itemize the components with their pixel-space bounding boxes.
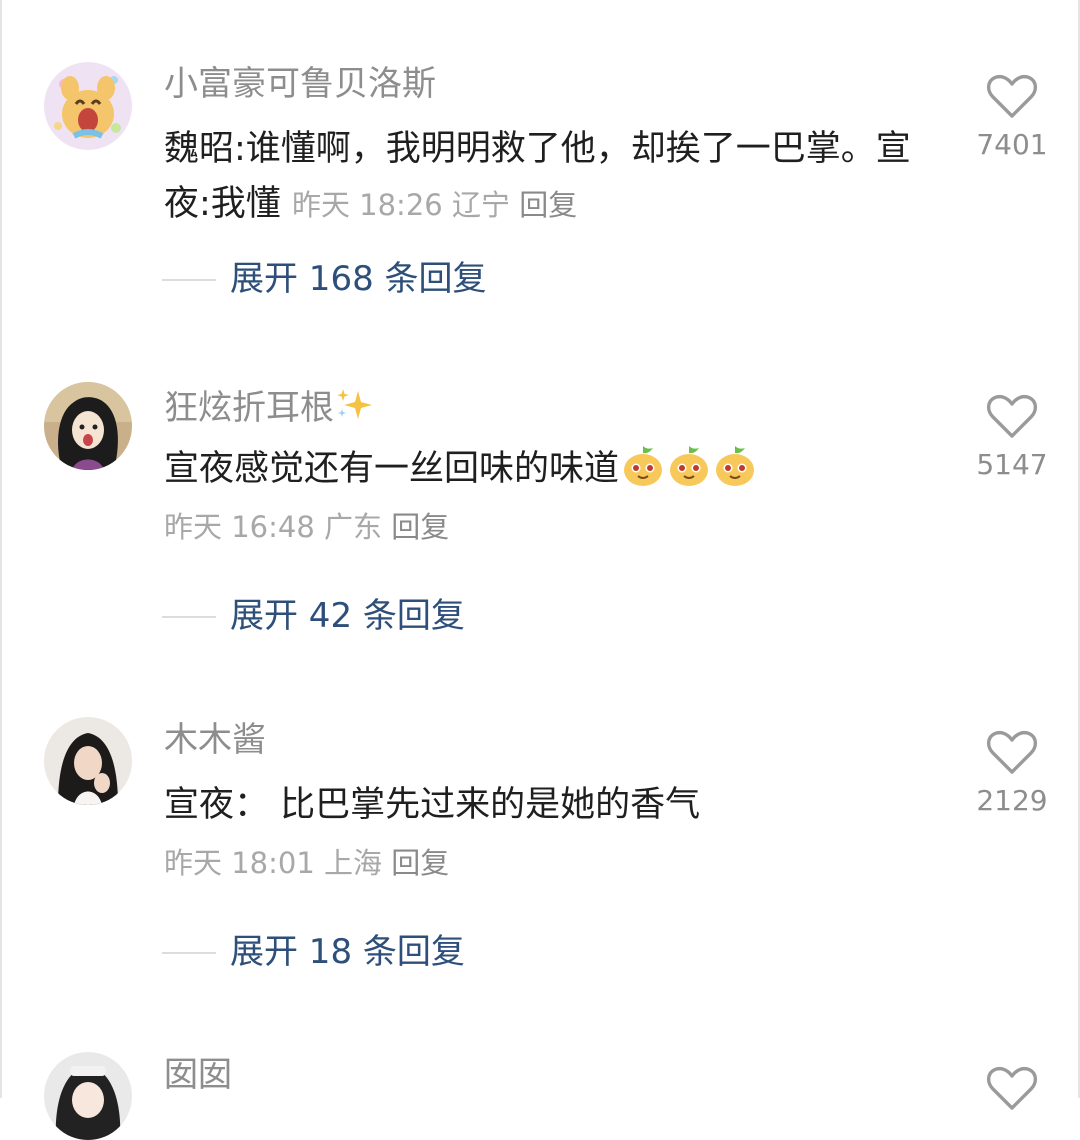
like-count: 2129 [976, 784, 1048, 817]
expand-replies-label: 展开 18 条回复 [230, 932, 465, 972]
reply-button[interactable]: 回复 [391, 510, 449, 544]
mango-smile-icon [624, 446, 663, 486]
comment-location: 辽宁 [451, 188, 510, 222]
comment-location: 上海 [324, 846, 383, 880]
like-count: 7401 [976, 128, 1048, 161]
comment-time: 昨天 16:48 [164, 510, 315, 544]
comment-location: 广东 [324, 510, 383, 544]
comment-body: 宣夜感觉还有一丝回味的味道 [164, 449, 620, 489]
reply-button[interactable]: 回复 [391, 846, 449, 880]
comment-list: 小富豪可鲁贝洛斯 魏昭:谁懂啊，我明明救了他，却挨了一巴掌。宣夜:我懂 昨天 1… [0, 0, 1080, 1140]
mango-smile-icon [670, 446, 709, 486]
cartoon-bear-icon [44, 62, 132, 150]
comment-text: 宣夜感觉还有一丝回味的味道 [164, 442, 924, 497]
divider [162, 616, 216, 618]
comment-text: 宣夜： 比巴掌先过来的是她的香气 [164, 778, 924, 833]
username[interactable]: 囡囡 [164, 1058, 232, 1092]
username[interactable]: 木木酱 [164, 723, 266, 757]
like-button[interactable]: 7401 [972, 74, 1052, 161]
anime-girl-icon [44, 382, 132, 470]
comment-body: 宣夜： 比巴掌先过来的是她的香气 [164, 785, 701, 825]
comment-meta: 昨天 18:01 上海 回复 [164, 849, 449, 878]
comment-meta: 昨天 16:48 广东 回复 [164, 513, 449, 542]
heart-icon [986, 394, 1038, 438]
comment-text: 魏昭:谁懂啊，我明明救了他，却挨了一巴掌。宣夜:我懂 昨天 18:26 辽宁 回… [164, 122, 924, 233]
avatar[interactable] [44, 717, 132, 805]
like-button[interactable]: 2129 [972, 730, 1052, 817]
reply-button[interactable]: 回复 [519, 188, 577, 222]
avatar[interactable] [44, 382, 132, 470]
avatar[interactable] [44, 62, 132, 150]
expand-replies-label: 展开 42 条回复 [230, 596, 465, 636]
username-text: 狂炫折耳根 [164, 388, 334, 428]
sparkles-icon [337, 389, 372, 419]
expand-replies-label: 展开 168 条回复 [230, 259, 487, 299]
comment-time: 昨天 18:26 [291, 188, 443, 222]
mango-smile-icon [716, 446, 755, 486]
comment-meta: 昨天 18:26 辽宁 回复 [292, 188, 577, 222]
like-button[interactable] [972, 1066, 1052, 1112]
like-button[interactable]: 5147 [972, 394, 1052, 481]
username[interactable]: 小富豪可鲁贝洛斯 [164, 67, 436, 101]
anime-girl-icon [44, 1052, 132, 1140]
heart-icon [986, 74, 1038, 118]
person-photo-icon [44, 717, 132, 805]
like-count: 5147 [976, 448, 1048, 481]
divider [162, 279, 216, 281]
avatar[interactable] [44, 1052, 132, 1140]
comment-time: 昨天 18:01 [164, 846, 315, 880]
divider [162, 952, 216, 954]
heart-icon [986, 730, 1038, 774]
username[interactable]: 狂炫折耳根 [164, 387, 374, 425]
heart-icon [986, 1066, 1038, 1110]
